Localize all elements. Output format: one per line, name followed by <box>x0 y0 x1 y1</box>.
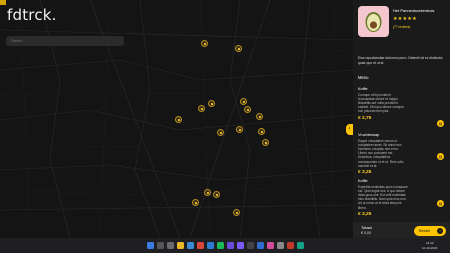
search-icon[interactable] <box>157 242 164 249</box>
menu-item-name: Koffie <box>358 87 368 91</box>
spotify-icon[interactable] <box>217 242 224 249</box>
edge-icon[interactable] <box>187 242 194 249</box>
menu-item-name: Vruchtensap <box>358 133 380 137</box>
reviews-link[interactable]: (77 reviews) <box>393 25 410 29</box>
map-marker[interactable] <box>262 139 269 146</box>
clock-date[interactable]: 10-10-2023 <box>422 246 437 250</box>
menu-heading: Menu <box>358 75 369 80</box>
map-marker[interactable] <box>208 100 215 107</box>
total-label: Totaal <box>361 225 372 230</box>
avocado-image <box>358 6 389 37</box>
map-marker[interactable] <box>213 191 220 198</box>
cart-icon: ▤ <box>438 154 443 159</box>
avocado-icon <box>365 12 382 32</box>
map-marker[interactable] <box>198 105 205 112</box>
app-icon[interactable] <box>287 242 294 249</box>
menu-item-description: Eaque voluptatem earum ut voluptatem ame… <box>358 138 404 168</box>
menu-item-price: € 3,25 <box>358 169 372 175</box>
taskbar: 16:42 10-10-2023 <box>0 238 450 253</box>
cart-icon: ▤ <box>438 201 443 206</box>
add-to-cart-button[interactable]: ▤ <box>437 200 444 207</box>
menu-item: Vruchtensap Eaque voluptatem earum ut vo… <box>358 133 444 175</box>
map-marker[interactable] <box>235 45 242 52</box>
arrow-right-icon: › <box>437 228 443 234</box>
map-marker[interactable] <box>233 209 240 216</box>
terminal-icon[interactable] <box>247 242 254 249</box>
map-marker[interactable] <box>204 189 211 196</box>
map-view[interactable]: fdtrck. <box>0 0 353 238</box>
add-to-cart-button[interactable]: ▤ <box>437 120 444 127</box>
checkout-label: Bestel <box>419 228 431 233</box>
map-marker[interactable] <box>256 113 263 120</box>
map-marker[interactable] <box>217 129 224 136</box>
settings-icon[interactable] <box>277 242 284 249</box>
discord-icon[interactable] <box>237 242 244 249</box>
teams-icon[interactable] <box>227 242 234 249</box>
task-view-icon[interactable] <box>167 242 174 249</box>
figma-icon[interactable] <box>267 242 274 249</box>
app-icon[interactable] <box>297 242 304 249</box>
map-marker[interactable] <box>236 126 243 133</box>
menu-item-price: € 2,75 <box>358 115 372 121</box>
app-logo: fdtrck. <box>7 6 57 24</box>
menu-item-name: Koffie <box>358 179 368 183</box>
checkout-button[interactable]: Bestel › <box>414 226 446 236</box>
restaurant-sidebar: Het Pannenkoekenhuis ★★★★★ (77 reviews) … <box>353 0 450 238</box>
order-footer: Totaal € 0,00 Bestel › <box>353 222 450 238</box>
menu-item: Koffie Cumque velit provident recusandae… <box>358 87 444 121</box>
chevron-left-icon: ‹ <box>348 126 351 132</box>
menu-item-price: € 3,25 <box>358 211 372 217</box>
chrome-icon[interactable] <box>197 242 204 249</box>
menu-item: Koffie Expedita molestias quos numquam e… <box>358 179 444 217</box>
add-to-cart-button[interactable]: ▤ <box>437 153 444 160</box>
search-input[interactable] <box>6 36 124 46</box>
map-marker[interactable] <box>175 116 182 123</box>
file-explorer-icon[interactable] <box>177 242 184 249</box>
map-marker[interactable] <box>244 106 251 113</box>
menu-item-description: Expedita molestias quos numquam est. Qui… <box>358 184 408 210</box>
mail-icon[interactable] <box>257 242 264 249</box>
restaurant-description: Eius repudiandae dolorum porro. Deleniti… <box>358 56 443 65</box>
map-marker[interactable] <box>201 40 208 47</box>
collapse-sidebar-button[interactable]: ‹ <box>346 124 353 135</box>
menu-item-description: Cumque velit provident recusandae dolore… <box>358 92 404 114</box>
start-menu-icon[interactable] <box>147 242 154 249</box>
map-marker[interactable] <box>240 98 247 105</box>
restaurant-name: Het Pannenkoekenhuis <box>393 8 435 13</box>
map-marker[interactable] <box>192 199 199 206</box>
map-marker[interactable] <box>258 128 265 135</box>
clock-time[interactable]: 16:42 <box>426 241 434 245</box>
window-corner-icon <box>0 0 6 5</box>
rating-stars: ★★★★★ <box>393 16 417 22</box>
vscode-icon[interactable] <box>207 242 214 249</box>
cart-icon: ▤ <box>438 121 443 126</box>
total-value: € 0,00 <box>361 231 371 235</box>
